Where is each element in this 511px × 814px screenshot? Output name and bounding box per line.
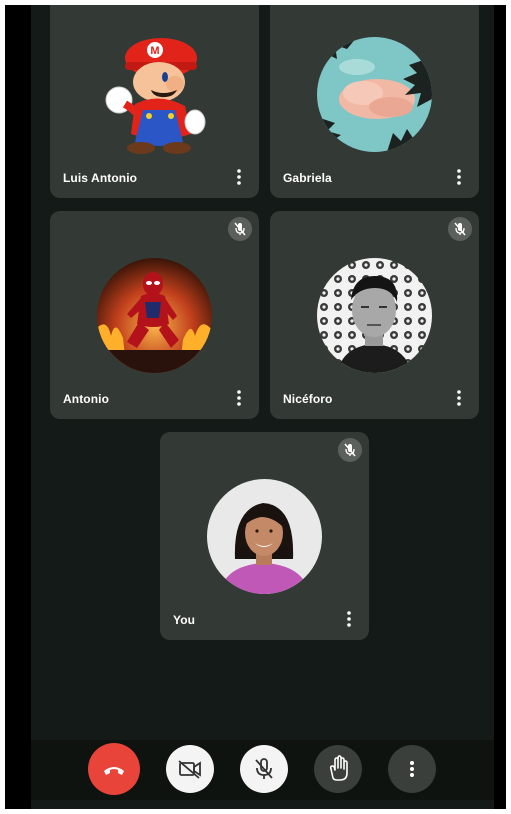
participant-name: Luis Antonio bbox=[63, 171, 138, 185]
spiderman-fire-avatar bbox=[97, 258, 212, 373]
more-vertical-icon[interactable] bbox=[232, 388, 246, 408]
participant-tile-luis-antonio[interactable]: M Luis Antonio bbox=[50, 5, 259, 198]
mic-off-icon bbox=[448, 217, 472, 241]
microphone-toggle-button[interactable] bbox=[240, 745, 288, 793]
woman-portrait-avatar bbox=[207, 479, 322, 594]
more-vertical-icon[interactable] bbox=[232, 167, 246, 187]
portrait-avatar bbox=[317, 258, 432, 373]
participant-name: You bbox=[173, 613, 196, 627]
mic-off-icon bbox=[255, 758, 273, 779]
participant-tile-gabriela[interactable]: Gabriela bbox=[270, 5, 479, 198]
participant-name: Antonio bbox=[63, 392, 110, 406]
camera-off-icon bbox=[178, 760, 201, 779]
camera-toggle-button[interactable] bbox=[166, 745, 214, 793]
svg-text:M: M bbox=[150, 45, 159, 57]
more-vertical-icon[interactable] bbox=[452, 167, 466, 187]
phone-hangup-icon bbox=[104, 767, 124, 775]
more-options-button[interactable] bbox=[388, 745, 436, 793]
participant-tile-antonio[interactable]: Antonio bbox=[50, 211, 259, 419]
more-vertical-icon[interactable] bbox=[342, 609, 356, 629]
phone-frame: M Luis Antonio Gabriela Antonio Nicéforo… bbox=[5, 5, 506, 809]
participant-tile-niceforo[interactable]: Nicéforo bbox=[270, 211, 479, 419]
participant-name: Nicéforo bbox=[283, 392, 333, 406]
participant-tile-you[interactable]: You bbox=[160, 432, 369, 640]
hand-icon bbox=[329, 755, 348, 781]
mic-off-icon bbox=[338, 438, 362, 462]
participant-name: Gabriela bbox=[283, 171, 332, 185]
clouds-palms-avatar bbox=[317, 37, 432, 152]
mario-avatar: M bbox=[95, 30, 215, 155]
mic-off-icon bbox=[228, 217, 252, 241]
call-controls-bar bbox=[31, 740, 494, 800]
meeting-screen: M Luis Antonio Gabriela Antonio Nicéforo… bbox=[31, 5, 494, 809]
more-vertical-icon bbox=[410, 761, 414, 777]
raise-hand-button[interactable] bbox=[314, 745, 362, 793]
more-vertical-icon[interactable] bbox=[452, 388, 466, 408]
end-call-button[interactable] bbox=[88, 743, 140, 795]
